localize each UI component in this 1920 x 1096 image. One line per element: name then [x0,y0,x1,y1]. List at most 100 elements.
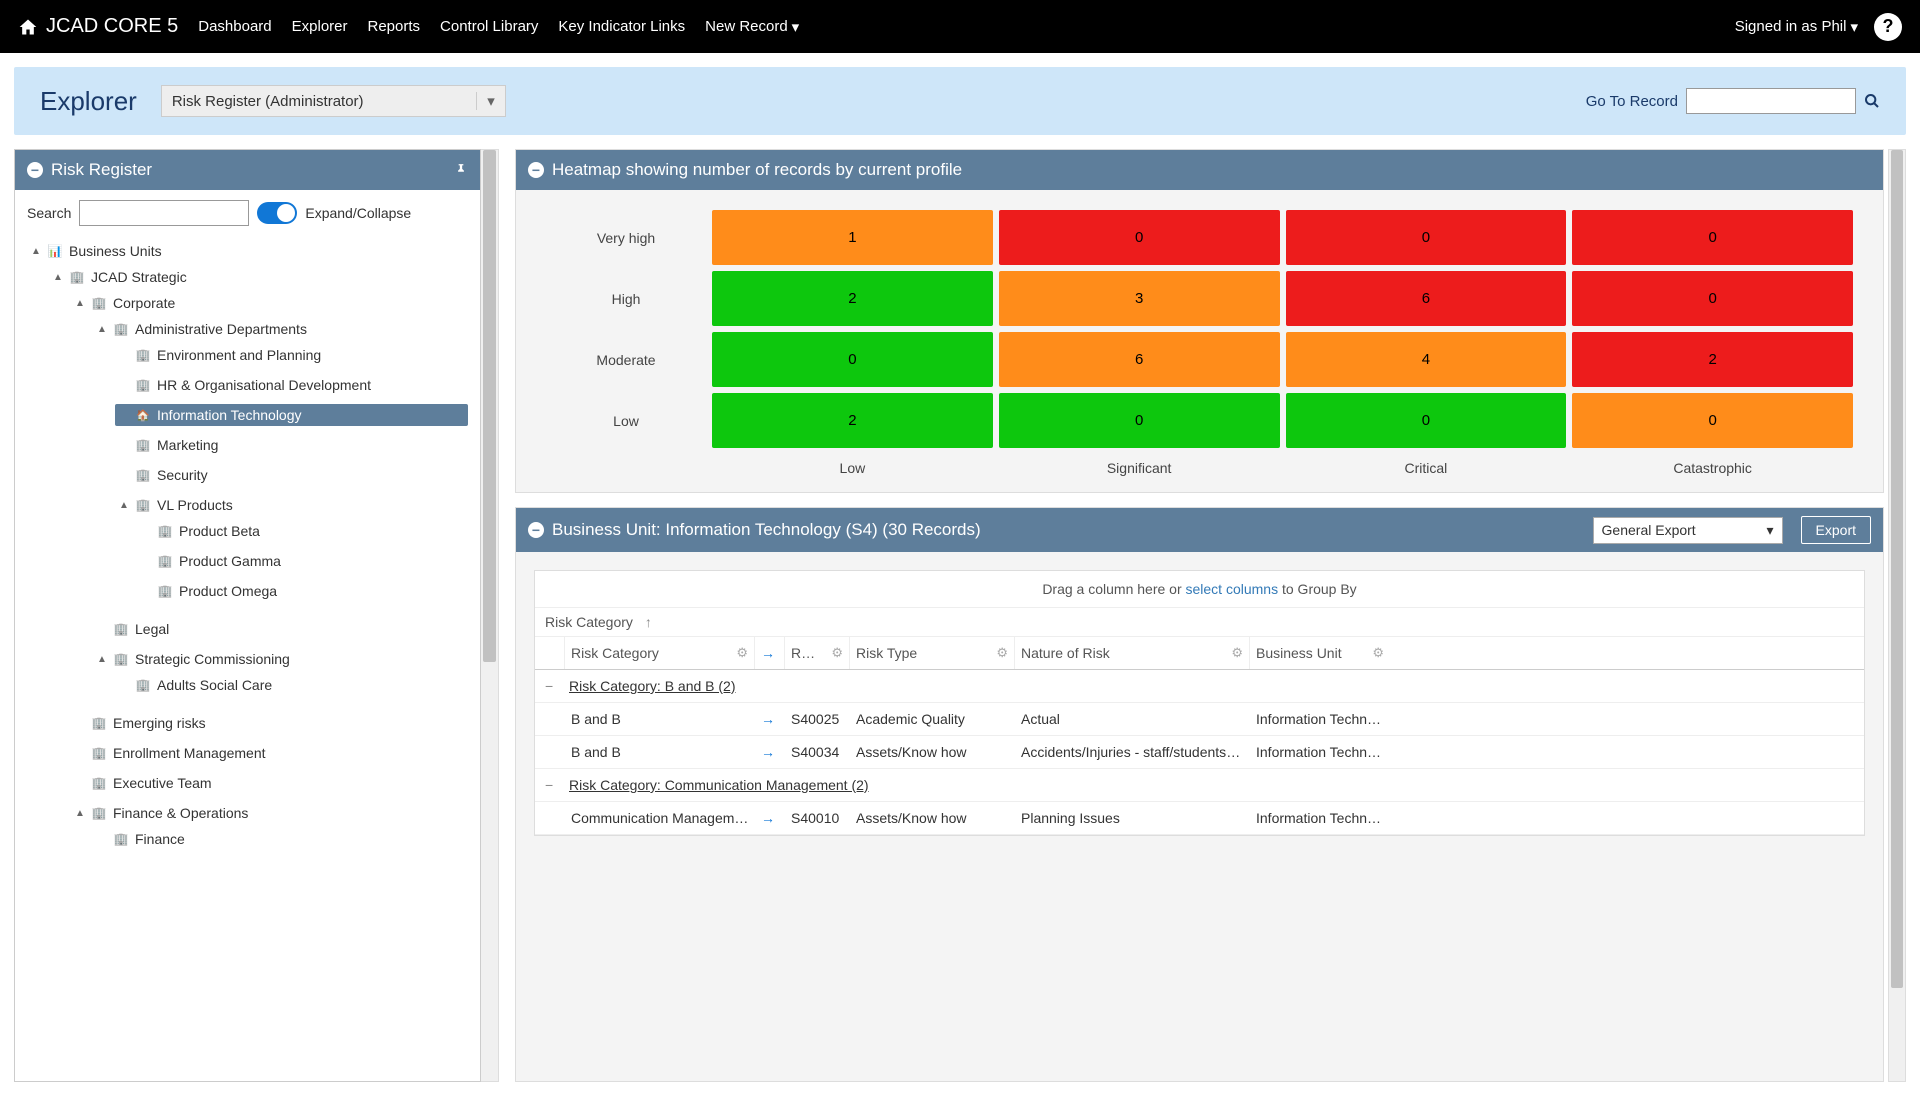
collapse-icon[interactable]: − [27,162,43,178]
heatmap-cell[interactable]: 0 [1572,393,1853,448]
tree-node-security[interactable]: Security [115,464,468,486]
pin-icon[interactable] [454,163,468,177]
tree-node-enrollment[interactable]: Enrollment Management [71,742,468,764]
sort-column[interactable]: Risk Category [545,614,633,630]
heatmap-cell[interactable]: 2 [712,271,993,326]
open-record-icon[interactable]: → [761,810,775,826]
nav-control-library[interactable]: Control Library [440,18,538,36]
cell-type: Assets/Know how [850,802,1015,834]
tree-node-jcad-strategic[interactable]: ▲ JCAD Strategic [49,266,468,288]
heatmap-cell[interactable]: 0 [1572,210,1853,265]
building-icon [91,296,107,310]
gear-icon[interactable]: ⚙ [736,645,748,661]
tree-node-marketing[interactable]: Marketing [115,434,468,456]
tree-node-product-gamma[interactable]: Product Gamma [137,550,468,572]
gear-icon[interactable]: ⚙ [996,645,1008,661]
tree-node-emerging-risks[interactable]: Emerging risks [71,712,468,734]
cell-bu: Information Technology [1250,802,1390,834]
tree-node-corporate[interactable]: ▲ Corporate [71,292,468,314]
top-navbar: JCAD CORE 5 Dashboard Explorer Reports C… [0,0,1920,53]
heatmap-cell[interactable]: 1 [712,210,993,265]
open-record-icon[interactable]: → [761,744,775,760]
collapse-icon[interactable]: − [545,678,559,694]
heatmap-cell[interactable]: 0 [1572,271,1853,326]
heatmap-cell[interactable]: 0 [999,393,1280,448]
tree-node-product-omega[interactable]: Product Omega [137,580,468,602]
heatmap-cell[interactable]: 6 [999,332,1280,387]
tree-node-legal[interactable]: Legal [93,618,468,640]
collapse-icon[interactable]: − [528,522,544,538]
nav-key-indicator-links[interactable]: Key Indicator Links [558,18,685,36]
heatmap-cell[interactable]: 2 [712,393,993,448]
export-button[interactable]: Export [1801,516,1871,544]
nav-links: Dashboard Explorer Reports Control Libra… [198,18,799,36]
tree-node-fin-ops[interactable]: ▲Finance & Operations [71,802,468,824]
heatmap-cell[interactable]: 2 [1572,332,1853,387]
search-icon[interactable] [1864,93,1880,109]
arrow-right-icon: → [761,645,775,661]
view-select[interactable]: Risk Register (Administrator) ▾ [161,85,506,117]
scroll-thumb[interactable] [483,150,496,662]
scrollbar[interactable] [481,149,499,1082]
nav-reports[interactable]: Reports [368,18,421,36]
table-head: Risk Category⚙ → R…⚙ Risk Type⚙ Nature o… [535,637,1864,670]
th-ref[interactable]: R…⚙ [785,637,850,669]
collapse-icon[interactable]: − [545,777,559,793]
th-risk-category[interactable]: Risk Category⚙ [565,637,755,669]
table-row[interactable]: B and B→S40025Academic QualityActualInfo… [535,703,1864,736]
heatmap-cell[interactable]: 0 [1286,393,1567,448]
group-header[interactable]: −Risk Category: B and B (2) [535,670,1864,703]
select-columns-link[interactable]: select columns [1186,581,1279,597]
export-select[interactable]: General Export ▾ [1593,517,1783,544]
tree-search-input[interactable] [79,200,249,226]
collapse-icon[interactable]: − [528,162,544,178]
heatmap-cell[interactable]: 0 [712,332,993,387]
tree-node-strategic-comm[interactable]: ▲Strategic Commissioning [93,648,468,670]
scrollbar[interactable] [1888,149,1906,1082]
nav-dashboard[interactable]: Dashboard [198,18,271,36]
nav-new-record[interactable]: New Record ▾ [705,18,799,36]
scroll-thumb[interactable] [1891,150,1903,988]
goto-label: Go To Record [1586,93,1678,110]
th-arrow[interactable]: → [755,637,785,669]
open-record-icon[interactable]: → [761,711,775,727]
table-row[interactable]: B and B→S40034Assets/Know howAccidents/I… [535,736,1864,769]
tree-node-product-beta[interactable]: Product Beta [137,520,468,542]
th-risk-type[interactable]: Risk Type⚙ [850,637,1015,669]
heatmap-cell[interactable]: 3 [999,271,1280,326]
tree-node-vl-products[interactable]: ▲VL Products [115,494,468,516]
table-row[interactable]: Communication Management→S40010Assets/Kn… [535,802,1864,835]
nav-explorer[interactable]: Explorer [292,18,348,36]
tree-node-adults-social[interactable]: Adults Social Care [115,674,468,696]
tree-node-info-tech[interactable]: Information Technology [115,404,468,426]
heatmap-cell[interactable]: 4 [1286,332,1567,387]
cell-nature: Accidents/Injuries - staff/students/othe… [1015,736,1250,768]
sort-asc-icon[interactable]: ↑ [645,614,652,630]
heatmap-cell[interactable]: 0 [999,210,1280,265]
tree-node-business-units[interactable]: ▲ Business Units [27,240,468,262]
brand[interactable]: JCAD CORE 5 [18,15,178,38]
signed-in-menu[interactable]: Signed in as Phil ▾ [1735,18,1858,36]
left-column: − Risk Register Search Expand/Collapse [14,149,499,1082]
expand-toggle[interactable] [257,202,297,224]
tree-node-hr-org[interactable]: HR & Organisational Development [115,374,468,396]
heatmap-cell[interactable]: 0 [1286,210,1567,265]
th-business-unit[interactable]: Business Unit⚙ [1250,637,1390,669]
gear-icon[interactable]: ⚙ [1231,645,1243,661]
building-icon [157,584,173,598]
gear-icon[interactable]: ⚙ [831,645,843,661]
goto-input[interactable] [1686,88,1856,114]
help-icon[interactable]: ? [1874,13,1902,41]
heatmap-cell[interactable]: 6 [1286,271,1567,326]
gear-icon[interactable]: ⚙ [1372,645,1384,661]
page-title: Explorer [40,86,137,117]
chevron-down-icon: ▲ [75,808,85,819]
tree-node-executive-team[interactable]: Executive Team [71,772,468,794]
tree-node-finance[interactable]: Finance [93,828,468,850]
records-header: − Business Unit: Information Technology … [516,508,1883,552]
tree-node-admin-depts[interactable]: ▲ Administrative Departments [93,318,468,340]
group-header[interactable]: −Risk Category: Communication Management… [535,769,1864,802]
tree-node-env-planning[interactable]: Environment and Planning [115,344,468,366]
heatmap-header: − Heatmap showing number of records by c… [516,150,1883,190]
th-nature[interactable]: Nature of Risk⚙ [1015,637,1250,669]
